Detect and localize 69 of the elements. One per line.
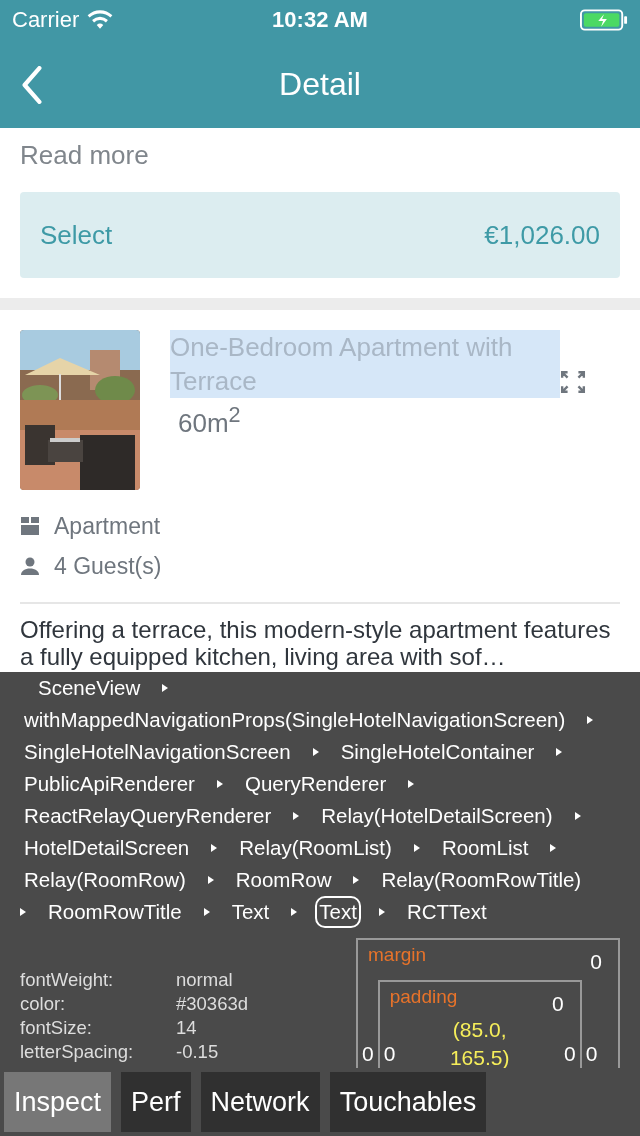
hierarchy-item[interactable]: Relay(RoomList): [235, 832, 396, 864]
room-area: 60m$^{2}$: [178, 398, 241, 440]
caret-icon: [203, 908, 210, 916]
style-value: #30363d: [176, 992, 249, 1016]
caret-icon: [408, 780, 415, 788]
caret-icon: [211, 844, 218, 852]
guest-count: 4 Guest(s): [54, 552, 162, 580]
padding-left-value: 0: [382, 1042, 397, 1066]
caret-icon: [293, 812, 300, 820]
hierarchy-item[interactable]: RCTText: [402, 896, 491, 928]
apartment-icon: [20, 516, 40, 536]
hierarchy-item[interactable]: SceneView: [34, 672, 145, 704]
hierarchy-item[interactable]: RoomRow: [231, 864, 336, 896]
clock-time: 10:32 AM: [272, 7, 368, 33]
hierarchy-item[interactable]: HotelDetailScreen: [20, 832, 194, 864]
style-value: -0.15: [176, 1040, 219, 1064]
hierarchy-item[interactable]: Relay(RoomRowTitle): [377, 864, 586, 896]
hierarchy-item[interactable]: withMappedNavigationProps(SingleHotelNavigationScreen): [20, 704, 570, 736]
person-icon: [20, 556, 40, 576]
hierarchy-item[interactable]: Relay(HotelDetailScreen): [317, 800, 557, 832]
style-value: 14: [176, 1016, 197, 1040]
caret-icon: [550, 844, 557, 852]
caret-icon: [216, 780, 223, 788]
caret-icon: [587, 716, 594, 724]
hierarchy-item[interactable]: ReactRelayQueryRenderer: [20, 800, 276, 832]
margin-left-value: 0: [361, 1042, 375, 1066]
caret-icon: [162, 684, 169, 692]
hierarchy-item[interactable]: Text: [227, 896, 274, 928]
inspector-tab[interactable]: Perf: [121, 1072, 191, 1132]
hierarchy-item[interactable]: Relay(RoomRow): [20, 864, 190, 896]
margin-top-value: 0: [589, 950, 603, 974]
hierarchy-item[interactable]: Text: [315, 896, 361, 928]
hierarchy-item[interactable]: SingleHotelNavigationScreen: [20, 736, 295, 768]
caret-icon: [20, 908, 26, 916]
style-name: fontSize:: [20, 1016, 93, 1040]
padding-label: padding: [389, 986, 458, 1008]
caret-icon: [378, 908, 385, 916]
caret-icon: [413, 844, 420, 852]
inspector-tab[interactable]: Inspect: [4, 1072, 112, 1132]
inspector-tab[interactable]: Network: [200, 1072, 320, 1132]
carrier-label: Carrier: [12, 7, 80, 33]
style-name: fontWeight:: [20, 968, 115, 992]
caret-icon: [574, 812, 581, 820]
caret-icon: [353, 876, 360, 884]
caret-icon: [556, 748, 563, 756]
style-name: letterSpacing:: [20, 1040, 135, 1064]
screen-title: Detail: [279, 65, 361, 103]
hierarchy-item[interactable]: RoomRowTitle: [44, 896, 186, 928]
read-more-link[interactable]: Read more: [20, 128, 620, 182]
caret-icon: [312, 748, 319, 756]
margin-label: margin: [368, 944, 427, 966]
style-value: normal: [176, 968, 233, 992]
caret-icon: [291, 908, 298, 916]
inspector-tab[interactable]: Touchables: [329, 1072, 487, 1132]
margin-right-value: 0: [584, 1042, 599, 1066]
padding-right-value: 0: [563, 1042, 577, 1066]
hierarchy-item[interactable]: PublicApiRenderer: [20, 768, 199, 800]
hierarchy-item[interactable]: SingleHotelContainer: [336, 736, 539, 768]
caret-icon: [207, 876, 214, 884]
hierarchy-item[interactable]: RoomList: [437, 832, 533, 864]
room-description: Offering a terrace, this modern-style apartment features a fully equipped kitchen, living area with sof…: [20, 616, 612, 670]
hierarchy-item[interactable]: QueryRenderer: [240, 768, 391, 800]
padding-top-value: 0: [551, 992, 565, 1016]
style-name: color:: [20, 992, 67, 1016]
battery-icon: [580, 9, 628, 31]
room-type: Apartment: [54, 512, 161, 540]
expand-icon[interactable]: [560, 370, 586, 394]
back-icon[interactable]: [20, 66, 44, 104]
wifi-icon: [87, 10, 114, 30]
